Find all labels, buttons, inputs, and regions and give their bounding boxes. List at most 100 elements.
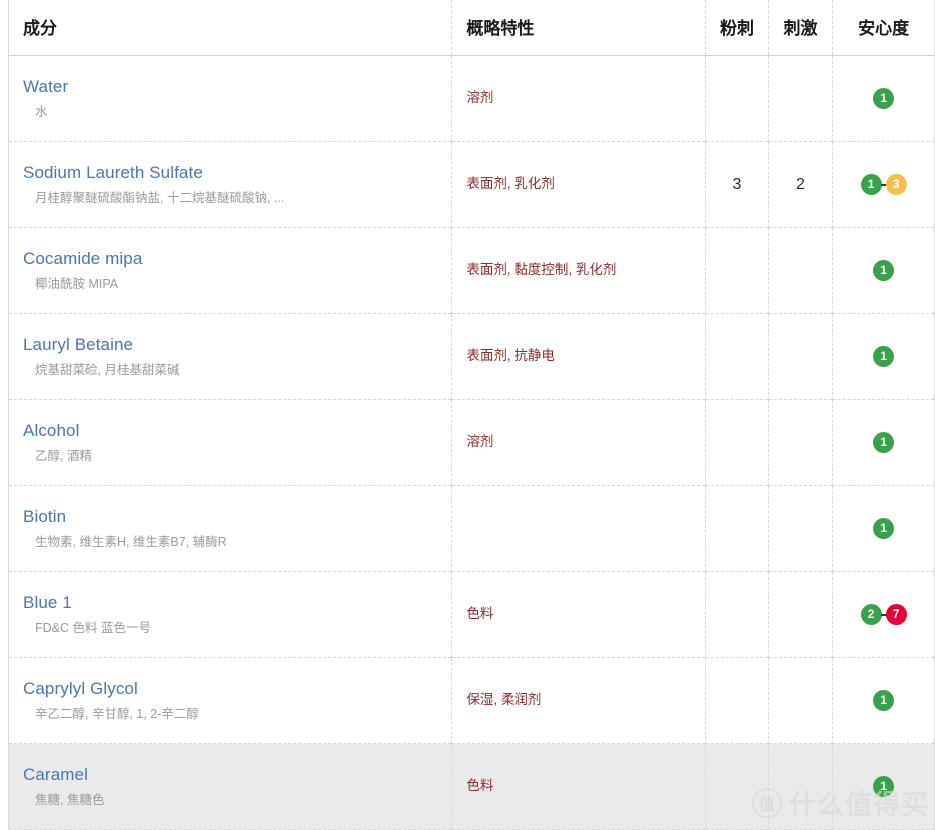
safety-badge: 1 bbox=[873, 518, 895, 539]
table-header-row: 成分 概略特性 粉刺 刺激 安心度 bbox=[8, 0, 935, 56]
cell-irritation-score bbox=[768, 55, 834, 142]
ingredient-name-block: Caramel 焦糖, 焦糖色 bbox=[9, 754, 451, 820]
ingredient-name-block: Water 水 bbox=[9, 66, 451, 132]
safety-badge-group: 1 bbox=[873, 346, 895, 367]
safety-badge-group: 1 bbox=[873, 432, 895, 453]
cell-acne-score: 3 bbox=[705, 141, 769, 228]
table-body: Water 水溶剂 1 Sodium Laureth Sulfate 月桂醇聚醚硫酸酯钠… bbox=[8, 55, 935, 830]
ingredient-name-block: Lauryl Betaine 烷基甜菜硷, 月桂基甜菜碱 bbox=[9, 324, 451, 390]
cell-irritation-score bbox=[768, 743, 834, 830]
cell-safety-score: 1 bbox=[833, 400, 935, 486]
ingredient-link[interactable]: Caramel bbox=[23, 764, 439, 787]
ingredient-alias: FD&C 色料 蓝色一号 bbox=[35, 620, 151, 635]
cell-ingredient: Water 水 bbox=[8, 55, 453, 142]
ingredient-link[interactable]: Sodium Laureth Sulfate bbox=[23, 162, 439, 185]
cell-irritation-score bbox=[768, 399, 834, 486]
ingredient-name-block: Blue 1 FD&C 色料 蓝色一号 bbox=[9, 582, 451, 648]
cell-irritation-score: 2 bbox=[768, 141, 834, 228]
ingredient-name-block: Biotin 生物素, 维生素H, 维生素B7, 辅酶R bbox=[9, 496, 451, 562]
ingredient-analysis-page: 成分 概略特性 粉刺 刺激 安心度 Water 水溶剂 1 Sodium Lauret… bbox=[0, 0, 935, 830]
ingredient-alias: 月桂醇聚醚硫酸酯钠盐, 十二烷基醚硫酸钠, ... bbox=[35, 190, 285, 205]
cell-acne-score bbox=[705, 657, 769, 744]
ingredient-link[interactable]: Biotin bbox=[23, 506, 439, 529]
safety-badge: 1 bbox=[873, 346, 895, 367]
safety-badge-group: 27 bbox=[860, 604, 907, 625]
cell-safety-score: 1 bbox=[833, 486, 935, 572]
column-header-irritation[interactable]: 刺激 bbox=[768, 0, 834, 56]
ingredient-alias: 辛乙二醇, 辛甘醇, 1, 2-辛二醇 bbox=[35, 706, 199, 721]
cell-acne-score bbox=[705, 571, 769, 658]
cell-acne-score bbox=[705, 227, 769, 314]
table-row[interactable]: Caprylyl Glycol 辛乙二醇, 辛甘醇, 1, 2-辛二醇 保湿, 柔润… bbox=[8, 657, 935, 744]
cell-ingredient: Lauryl Betaine 烷基甜菜硷, 月桂基甜菜碱 bbox=[8, 313, 453, 400]
ingredient-link[interactable]: Lauryl Betaine bbox=[23, 334, 439, 357]
safety-badge-group: 1 bbox=[873, 518, 895, 539]
ingredient-alias: 乙醇, 酒精 bbox=[35, 448, 92, 463]
table-row[interactable]: Water 水 溶剂 1 bbox=[8, 55, 935, 142]
ingredient-link[interactable]: Alcohol bbox=[23, 420, 439, 443]
cell-safety-score: 1 bbox=[833, 658, 935, 744]
cell-ingredient: Caprylyl Glycol 辛乙二醇, 辛甘醇, 1, 2-辛二醇 bbox=[8, 657, 453, 744]
cell-characteristics: 色料 bbox=[451, 743, 707, 830]
cell-safety-score: 13 bbox=[833, 142, 935, 228]
cell-acne-score bbox=[705, 313, 769, 400]
cell-acne-score bbox=[705, 55, 769, 142]
table-row[interactable]: Caramel 焦糖, 焦糖色 色料 1 bbox=[8, 743, 935, 830]
cell-irritation-score bbox=[768, 227, 834, 314]
table-row[interactable]: Sodium Laureth Sulfate 月桂醇聚醚硫酸酯钠盐, 十二烷基醚硫… bbox=[8, 141, 935, 228]
safety-badge: 1 bbox=[873, 690, 895, 711]
cell-safety-score: 1 bbox=[833, 314, 935, 400]
ingredient-link[interactable]: Caprylyl Glycol bbox=[23, 678, 439, 701]
cell-ingredient: Caramel 焦糖, 焦糖色 bbox=[8, 743, 453, 830]
cell-irritation-score bbox=[768, 571, 834, 658]
ingredient-link[interactable]: Blue 1 bbox=[23, 592, 439, 615]
cell-ingredient: Blue 1 FD&C 色料 蓝色一号 bbox=[8, 571, 453, 658]
cell-irritation-score bbox=[768, 313, 834, 400]
safety-badge-group: 13 bbox=[860, 174, 907, 195]
cell-characteristics: 溶剂 bbox=[451, 399, 707, 486]
cell-acne-score bbox=[705, 485, 769, 572]
table-row[interactable]: Alcohol 乙醇, 酒精 溶剂 1 bbox=[8, 399, 935, 486]
cell-safety-score: 27 bbox=[833, 572, 935, 658]
column-header-ingredient[interactable]: 成分 bbox=[8, 0, 453, 56]
cell-acne-score bbox=[705, 399, 769, 486]
column-header-acne[interactable]: 粉刺 bbox=[705, 0, 769, 56]
cell-ingredient: Cocamide mipa 椰油酰胺 MIPA bbox=[8, 227, 453, 314]
table-row[interactable]: Cocamide mipa 椰油酰胺 MIPA 表面剂, 黏度控制, 乳化剂 1 bbox=[8, 227, 935, 314]
ingredient-alias: 生物素, 维生素H, 维生素B7, 辅酶R bbox=[35, 534, 227, 549]
cell-irritation-score bbox=[768, 485, 834, 572]
cell-ingredient: Alcohol 乙醇, 酒精 bbox=[8, 399, 453, 486]
table-row[interactable]: Lauryl Betaine 烷基甜菜硷, 月桂基甜菜碱 表面剂, 抗静电 1 bbox=[8, 313, 935, 400]
safety-badge: 1 bbox=[873, 432, 895, 453]
cell-characteristics: 保湿, 柔润剂 bbox=[451, 657, 707, 744]
cell-irritation-score bbox=[768, 657, 834, 744]
cell-safety-score: 1 bbox=[833, 744, 935, 830]
cell-acne-score bbox=[705, 743, 769, 830]
column-header-characteristics[interactable]: 概略特性 bbox=[451, 0, 707, 56]
safety-badge-group: 1 bbox=[873, 260, 895, 281]
ingredient-link[interactable]: Water bbox=[23, 76, 439, 99]
ingredient-name-block: Caprylyl Glycol 辛乙二醇, 辛甘醇, 1, 2-辛二醇 bbox=[9, 668, 451, 734]
cell-characteristics: 色料 bbox=[451, 571, 707, 658]
cell-characteristics: 表面剂, 黏度控制, 乳化剂 bbox=[451, 227, 707, 314]
safety-badge-group: 1 bbox=[873, 690, 895, 711]
table-row[interactable]: Blue 1 FD&C 色料 蓝色一号 色料 2 7 bbox=[8, 571, 935, 658]
safety-badge: 3 bbox=[885, 174, 907, 195]
safety-badge-group: 1 bbox=[873, 88, 895, 109]
cell-ingredient: Sodium Laureth Sulfate 月桂醇聚醚硫酸酯钠盐, 十二烷基醚硫… bbox=[8, 141, 453, 228]
ingredient-alias: 焦糖, 焦糖色 bbox=[35, 792, 105, 807]
cell-characteristics: 溶剂 bbox=[451, 55, 707, 142]
cell-characteristics: 表面剂, 抗静电 bbox=[451, 313, 707, 400]
column-header-safety[interactable]: 安心度 bbox=[832, 0, 935, 56]
cell-ingredient: Biotin 生物素, 维生素H, 维生素B7, 辅酶R bbox=[8, 485, 453, 572]
table-row[interactable]: Biotin 生物素, 维生素H, 维生素B7, 辅酶R 1 bbox=[8, 485, 935, 572]
table-header: 成分 概略特性 粉刺 刺激 安心度 bbox=[8, 0, 935, 56]
ingredient-alias: 椰油酰胺 MIPA bbox=[35, 276, 119, 291]
ingredient-name-block: Sodium Laureth Sulfate 月桂醇聚醚硫酸酯钠盐, 十二烷基醚硫… bbox=[9, 152, 451, 218]
cell-safety-score: 1 bbox=[833, 56, 935, 142]
ingredient-name-block: Alcohol 乙醇, 酒精 bbox=[9, 410, 451, 476]
safety-badge: 1 bbox=[873, 260, 895, 281]
safety-badge: 1 bbox=[873, 88, 895, 109]
ingredient-link[interactable]: Cocamide mipa bbox=[23, 248, 439, 271]
cell-characteristics: 表面剂, 乳化剂 bbox=[451, 141, 707, 228]
